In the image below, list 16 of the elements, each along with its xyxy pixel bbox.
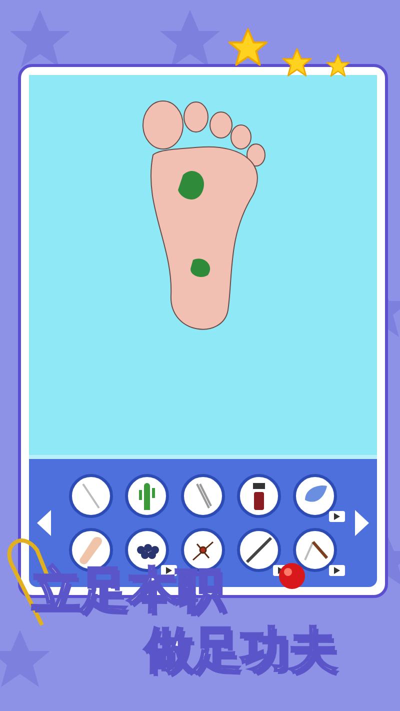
right-arrow-icon[interactable] (353, 508, 371, 538)
background-star (10, 10, 70, 67)
star-icon (282, 48, 312, 78)
left-arrow-icon[interactable] (35, 508, 53, 538)
tool-button[interactable] (181, 474, 225, 518)
tool-button[interactable] (237, 528, 281, 572)
tool-button[interactable] (293, 474, 337, 518)
tool-button[interactable] (237, 474, 281, 518)
star-icon (228, 28, 268, 68)
star-icon (326, 54, 350, 78)
tool-button[interactable] (125, 474, 169, 518)
tool-button[interactable] (293, 528, 337, 572)
background-star (160, 10, 220, 67)
tool-button[interactable] (69, 474, 113, 518)
slogan-text: 立足本职 (32, 561, 224, 620)
pencil-icon (243, 534, 275, 566)
